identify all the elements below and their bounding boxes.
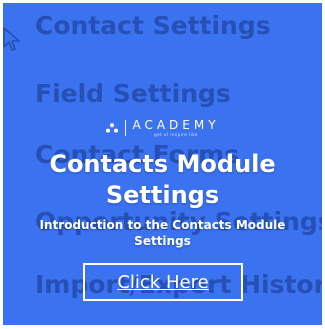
brand-text: ACADEMY get ul inspire like <box>132 119 219 137</box>
brand-lockup: ACADEMY get ul inspire like <box>3 119 322 137</box>
brand-tagline: get ul inspire like <box>154 132 198 137</box>
click-here-button[interactable]: Click Here <box>83 263 243 301</box>
course-title: Contacts Module Settings <box>49 150 276 209</box>
card-overlay: ACADEMY get ul inspire like Contacts Mod… <box>3 3 322 325</box>
course-card[interactable]: Contact Settings Field Settings Contact … <box>3 3 322 325</box>
brand-logo-icon <box>105 123 119 133</box>
course-subtitle: Introduction to the Contacts Module Sett… <box>39 218 286 248</box>
brand-name: ACADEMY <box>132 118 220 132</box>
brand-divider <box>125 120 127 136</box>
